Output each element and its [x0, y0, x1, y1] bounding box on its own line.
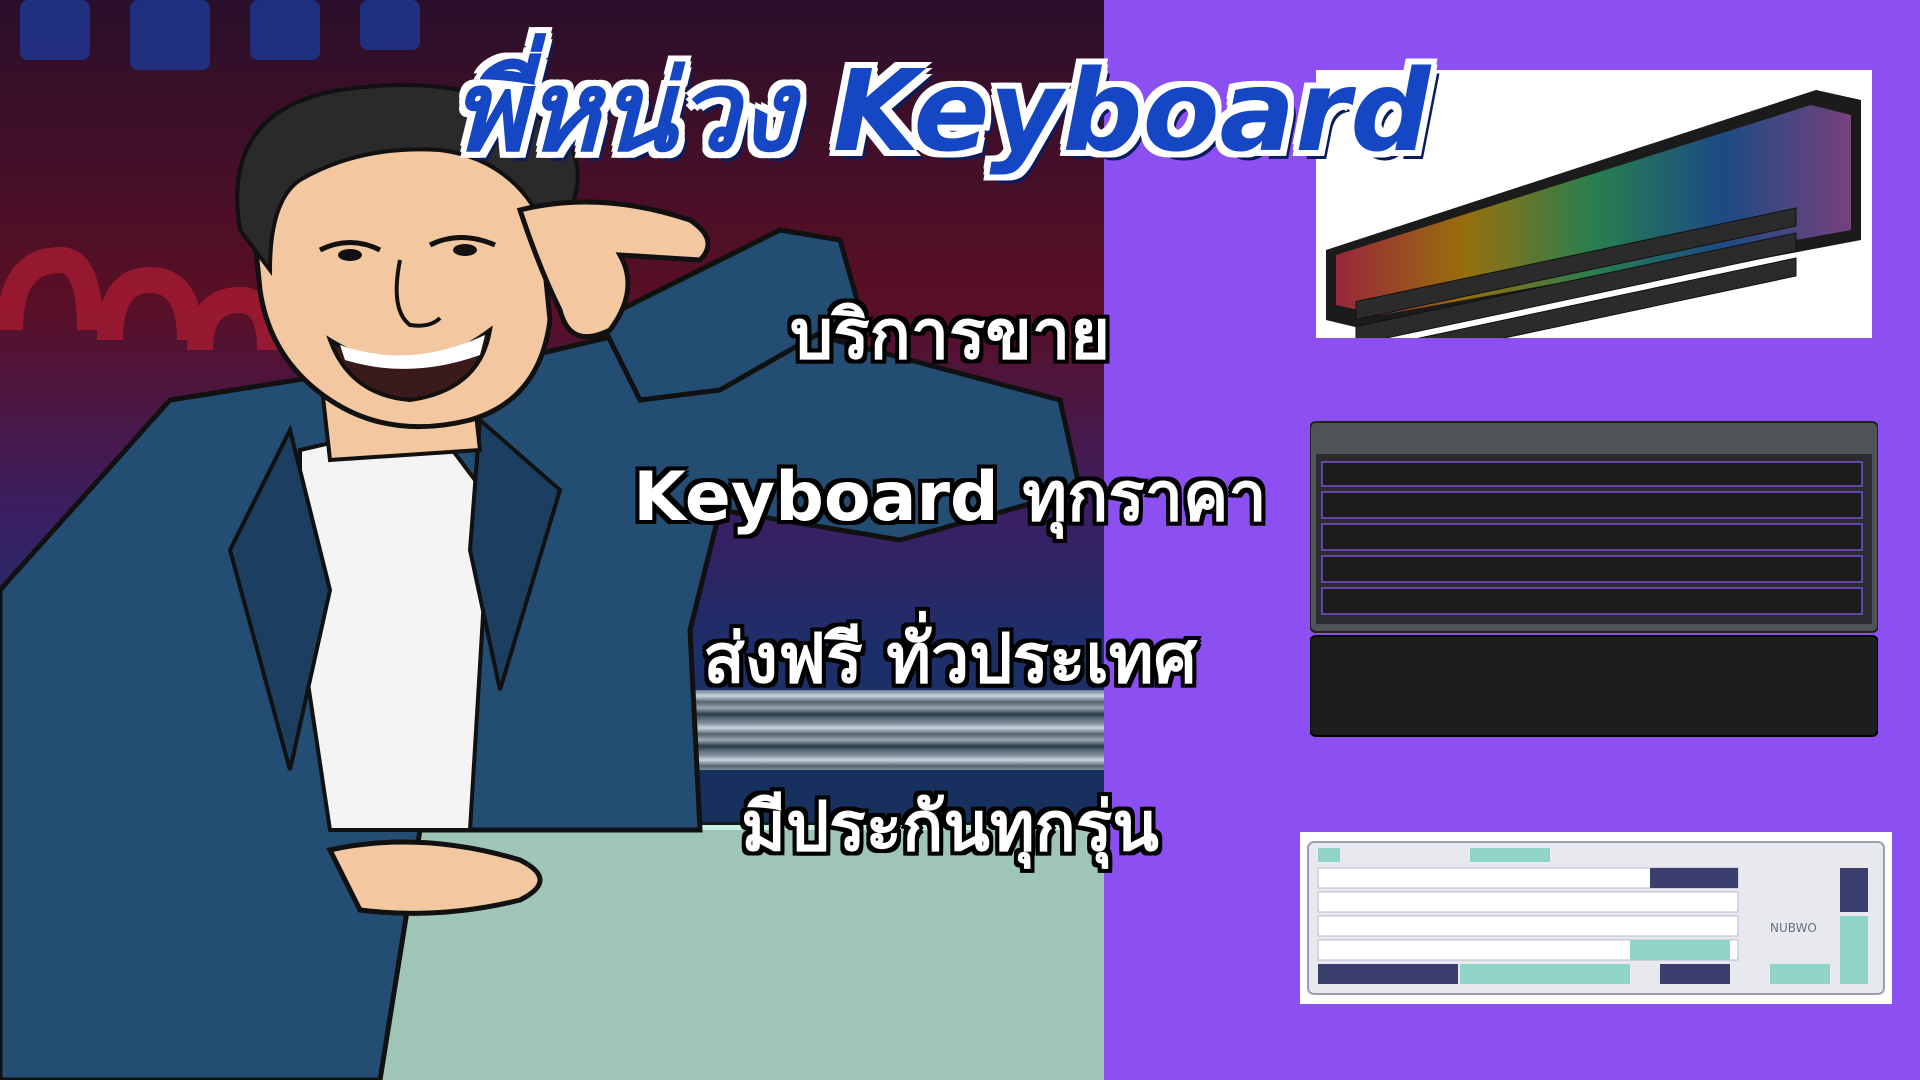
cartoon-presenter	[0, 83, 1083, 1080]
service-line-all-prices: Keyboard ทุกราคา	[633, 458, 1267, 537]
shop-title: พี่หน่วง Keyboard	[452, 47, 1431, 177]
keyboard-image-white-teal: NUBWO	[1300, 832, 1892, 1004]
keyboard-image-gaming	[1310, 408, 1878, 738]
service-line-free-shipping: ส่งฟรี ทั่วประเทศ	[703, 620, 1197, 699]
service-line-warranty: มีประกันทุกรุ่น	[741, 788, 1159, 867]
white-teal-keyboard-illustration: NUBWO	[1307, 841, 1885, 995]
service-line-sell: บริการขาย	[789, 296, 1111, 375]
brand-label: NUBWO	[1770, 921, 1817, 935]
gaming-keyboard-illustration	[1310, 421, 1878, 737]
